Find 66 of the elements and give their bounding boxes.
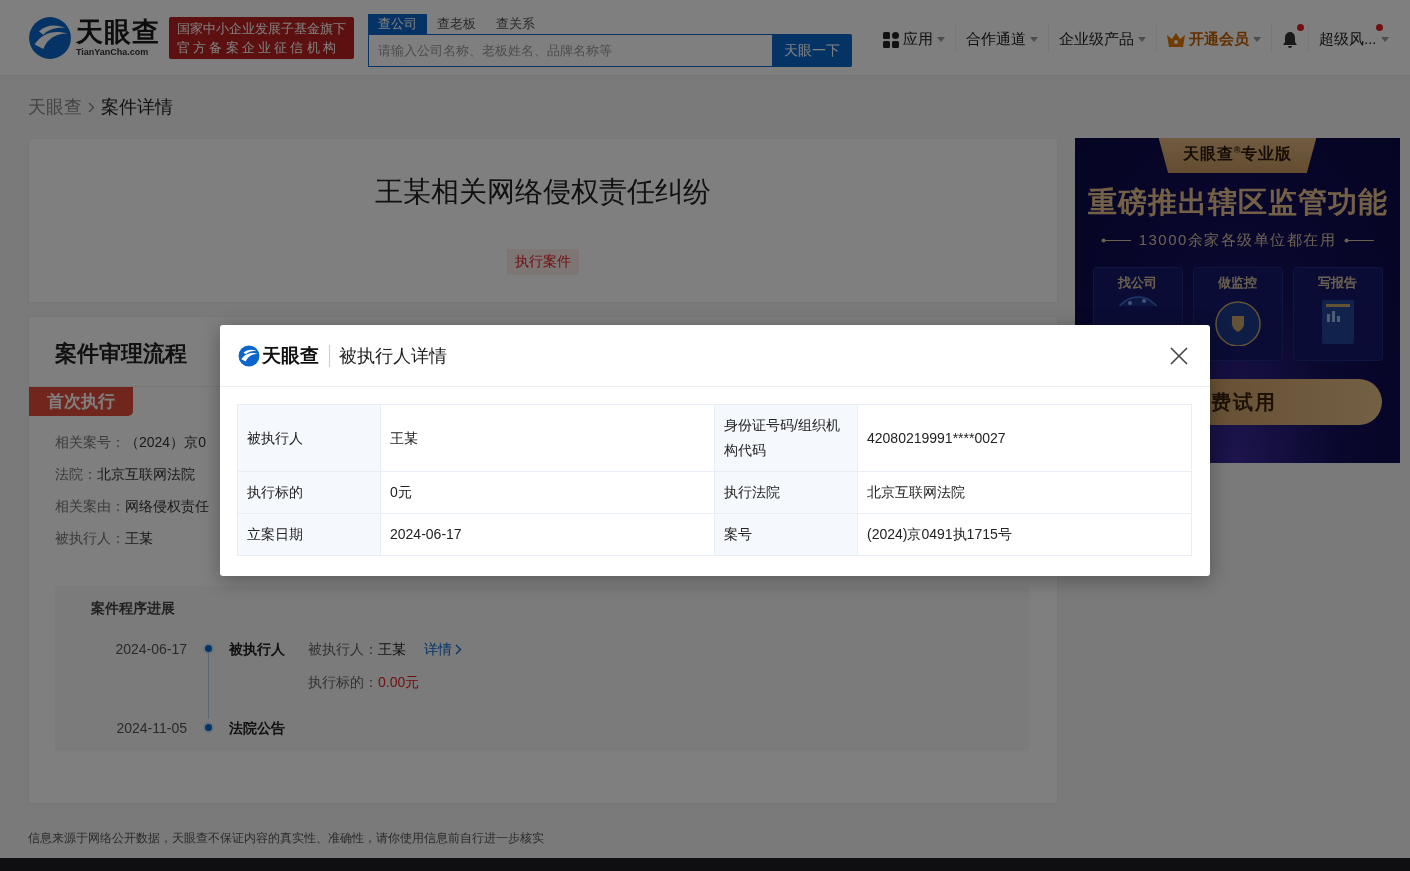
tile-label: 做监控: [1218, 274, 1257, 292]
dialog-logo: 天眼查: [238, 344, 330, 367]
tile-label: 写报告: [1318, 274, 1357, 292]
logo-icon: [238, 344, 260, 367]
timeline-dot: [204, 724, 212, 731]
search-button[interactable]: 天眼一下: [772, 34, 852, 67]
details-link[interactable]: 详情: [424, 640, 462, 658]
chevron-icon: [455, 643, 462, 655]
caret-icon: [937, 37, 945, 42]
nav-menu[interactable]: 企业级产品: [1048, 22, 1156, 53]
logo-icon: [28, 15, 72, 60]
user-menu[interactable]: 超级风...: [1308, 22, 1399, 53]
disclaimer-text: 信息来源于网络公开数据，天眼查不保证内容的真实性、准确性，请你使用信息前自行进一步核实: [28, 830, 545, 847]
event-name: 法院公告: [229, 719, 286, 737]
value-cell: 北京互联网法院: [857, 471, 1192, 514]
bell-icon: [1282, 30, 1298, 49]
close-icon: [1170, 346, 1188, 365]
apps-icon: [883, 31, 899, 48]
label-cell: 被执行人: [237, 404, 381, 472]
caret-icon: [1030, 37, 1038, 42]
slogan-banner: 国家中小企业发展子基金旗下 官方备案企业征信机构: [169, 16, 354, 59]
search-tab[interactable]: 查公司: [368, 14, 427, 34]
label-cell: 立案日期: [237, 513, 381, 556]
value-cell: 2024-06-17: [380, 513, 715, 556]
case-field: 法院：北京互联网法院: [55, 466, 195, 484]
nav-menu[interactable]: 合作通道: [955, 22, 1048, 53]
label-cell: 执行标的: [237, 471, 381, 514]
vip-menu[interactable]: 开通会员: [1156, 22, 1271, 53]
panel-title: 案件程序进展: [91, 600, 176, 618]
promo-headline: 重磅推出辖区监管功能: [1087, 185, 1388, 220]
apps-menu[interactable]: 应用: [873, 22, 955, 53]
tile-label: 找公司: [1118, 274, 1157, 292]
search-tab[interactable]: 查老板: [427, 14, 486, 34]
decor-line-icon: [1100, 238, 1131, 243]
crown-icon: [1167, 32, 1185, 47]
case-field: 被执行人：王某: [55, 530, 153, 548]
dialog-title: 被执行人详情: [339, 344, 447, 368]
logo-name: 天眼查: [76, 18, 160, 46]
event-date: 2024-06-17: [114, 640, 187, 658]
event-date: 2024-11-05: [115, 719, 187, 737]
decor-line-icon: [1344, 238, 1375, 243]
label-cell: 案号: [714, 513, 858, 556]
promo-badge: 天眼查$^{®}$专业版: [1158, 138, 1317, 173]
label-cell: 执行法院: [714, 471, 858, 514]
chevron-icon: [88, 101, 95, 113]
event-detail: 被执行人：王某: [308, 640, 406, 658]
stage-ribbon: 首次执行: [29, 387, 133, 416]
caret-icon: [1380, 37, 1389, 42]
value-cell: 42080219991****0027: [857, 404, 1192, 472]
caret-icon: [1253, 37, 1261, 42]
value-cell: 王某: [380, 404, 715, 472]
event-detail: 执行标的：0.00元: [308, 673, 420, 691]
event-name: 被执行人: [229, 640, 286, 658]
case-tag: 执行案件: [507, 249, 579, 275]
case-field: 相关案号：（2024）京0: [55, 434, 206, 452]
case-title: 王某相关网络侵权责任纠纷: [375, 175, 711, 209]
breadcrumb-item: 案件详情: [101, 96, 173, 119]
caret-icon: [1138, 37, 1146, 42]
case-field: 相关案由：网络侵权责任: [55, 498, 209, 516]
value-cell: 0元: [380, 471, 715, 514]
promo-subline: 13000余家各级单位都在用: [1138, 231, 1337, 250]
logo-domain: TianYanCha.com: [76, 47, 150, 57]
value-cell: (2024)京0491执1715号: [857, 513, 1192, 556]
timeline-dot: [204, 645, 212, 652]
label-cell: 身份证号码/组织机构代码: [714, 404, 858, 472]
search-tab[interactable]: 查关系: [486, 14, 545, 34]
